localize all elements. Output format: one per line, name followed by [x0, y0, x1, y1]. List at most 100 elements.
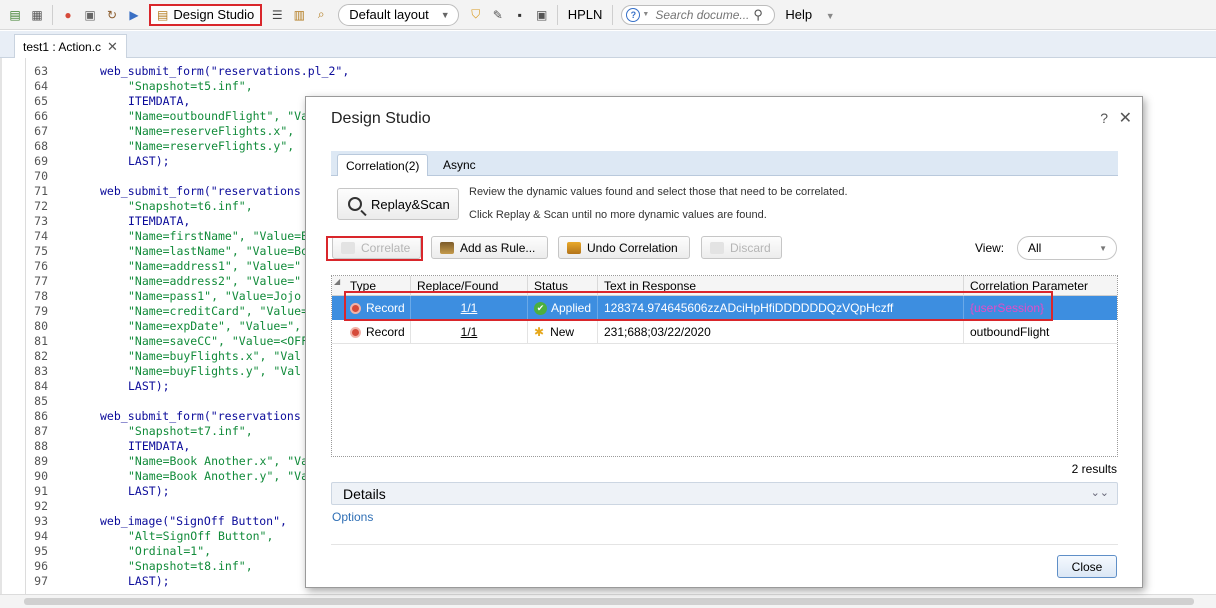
- code-text: ITEMDATA,: [128, 94, 191, 108]
- add-rule-icon: [440, 241, 454, 254]
- line-number: 92: [34, 499, 48, 513]
- new-script-icon[interactable]: ▤: [6, 6, 24, 24]
- chevron-down-icon: ▼: [440, 9, 450, 20]
- record-icon[interactable]: ●: [59, 6, 77, 24]
- line-number: 97: [34, 574, 48, 588]
- layout-dropdown[interactable]: Default layout ▼: [338, 3, 459, 26]
- line-number: 68: [34, 139, 48, 153]
- line-number: 77: [34, 274, 48, 288]
- details-section[interactable]: Details ⌄⌄: [331, 482, 1118, 505]
- cell-status: ✱ New: [527, 320, 597, 344]
- code-text: "Name=buyFlights.x", "Val: [128, 349, 302, 363]
- help-icon[interactable]: ?: [1100, 110, 1108, 126]
- line-number: 70: [34, 169, 48, 183]
- line-number: 63: [34, 64, 48, 78]
- design-studio-label: Design Studio: [173, 7, 255, 22]
- design-studio-button[interactable]: ▤ Design Studio: [149, 3, 263, 26]
- row-highlight: [344, 291, 1053, 321]
- window-icon[interactable]: ▣: [533, 6, 551, 24]
- code-text: "Name=address1", "Value=": [128, 259, 302, 273]
- search-box[interactable]: ? ▼ ⚲: [621, 4, 776, 25]
- line-number: 85: [34, 394, 48, 408]
- new-star-icon: ✱: [534, 325, 545, 339]
- run-icon[interactable]: ▶: [125, 6, 143, 24]
- line-number: 96: [34, 559, 48, 573]
- search-icon[interactable]: ⚲: [753, 7, 763, 23]
- replace-found-link[interactable]: 1/1: [461, 325, 478, 339]
- line-number: 82: [34, 349, 48, 363]
- line-number: 75: [34, 244, 48, 258]
- code-text: "Name=buyFlights.y", "Val: [128, 364, 302, 378]
- find-icon[interactable]: ⌕: [312, 6, 330, 24]
- line-number: 76: [34, 259, 48, 273]
- magnifier-icon: [348, 197, 362, 211]
- discard-icon: [710, 241, 724, 254]
- tab-action-c[interactable]: test1 : Action.c ✕: [14, 34, 127, 58]
- hpln-link[interactable]: HPLN: [568, 7, 603, 22]
- line-number: 91: [34, 484, 48, 498]
- grid-icon[interactable]: ▪: [511, 6, 529, 24]
- sort-corner-icon: ◢: [334, 277, 341, 286]
- toolbar-separator: [52, 4, 53, 25]
- main-toolbar: ▤ ▦ ● ▣ ↻ ▶ ▤ Design Studio ☰ ▥ ⌕ Defaul…: [0, 0, 1216, 30]
- status-value: New: [550, 325, 575, 339]
- help-menu[interactable]: Help ▼: [785, 7, 834, 22]
- correlate-highlight: [326, 236, 423, 261]
- view-dropdown[interactable]: All ▼: [1017, 236, 1117, 260]
- code-text: "Alt=SignOff Button",: [128, 529, 274, 543]
- replay-scan-label: Replay&Scan: [371, 196, 450, 212]
- line-number: 71: [34, 184, 48, 198]
- line-number: 78: [34, 289, 48, 303]
- tab-correlation[interactable]: Correlation(2): [337, 154, 429, 176]
- line-number: 90: [34, 469, 48, 483]
- close-icon[interactable]: ✕: [1119, 108, 1132, 128]
- line-number: 88: [34, 439, 48, 453]
- code-text: "Name=creditCard", "Value=: [128, 304, 309, 318]
- double-chevron-down-icon[interactable]: ⌄⌄: [1091, 486, 1109, 499]
- line-number: 83: [34, 364, 48, 378]
- code-text: "Name=outboundFlight", "Va: [128, 109, 309, 123]
- line-number: 95: [34, 544, 48, 558]
- type-value: Record: [366, 325, 405, 339]
- open-script-icon[interactable]: ▦: [28, 6, 46, 24]
- line-number: 79: [34, 304, 48, 318]
- tab-async[interactable]: Async: [435, 154, 484, 176]
- discard-label: Discard: [730, 240, 771, 255]
- search-input[interactable]: [653, 6, 754, 23]
- line-number: 69: [34, 154, 48, 168]
- code-text: "Name=address2", "Value=": [128, 274, 302, 288]
- code-text: "Name=reserveFlights.x",: [128, 124, 295, 138]
- recording-options-icon[interactable]: ▣: [81, 6, 99, 24]
- undo-correlation-button[interactable]: Undo Correlation: [558, 236, 690, 259]
- scrollbar-thumb[interactable]: [24, 598, 1194, 605]
- cell-type: Record: [344, 320, 410, 344]
- results-count: 2 results: [1071, 462, 1117, 476]
- param-value: outboundFlight: [970, 325, 1050, 339]
- list-icon[interactable]: ☰: [268, 6, 286, 24]
- code-text: web_submit_form("reservations: [100, 184, 301, 198]
- horizontal-scrollbar[interactable]: [0, 594, 1216, 608]
- code-text: ITEMDATA,: [128, 439, 191, 453]
- pen-icon[interactable]: ✎: [489, 6, 507, 24]
- add-as-rule-button[interactable]: Add as Rule...: [431, 236, 548, 259]
- code-text: ITEMDATA,: [128, 214, 191, 228]
- line-number: 65: [34, 94, 48, 108]
- hint-text: Click Replay & Scan until no more dynami…: [469, 209, 767, 221]
- bookmark-icon[interactable]: ⛉: [467, 6, 485, 24]
- code-text: "Name=saveCC", "Value=<OFF: [128, 334, 309, 348]
- table-row[interactable]: Record 1/1 ✱ New 231;688;03/22/2020 outbo…: [332, 320, 1117, 344]
- code-line: 64 "Snapshot=t5.inf",: [0, 79, 1216, 94]
- code-text: LAST);: [128, 379, 170, 393]
- close-button[interactable]: Close: [1057, 555, 1117, 578]
- discard-button[interactable]: Discard: [701, 236, 782, 259]
- add-rule-label: Add as Rule...: [460, 240, 536, 255]
- chevron-down-icon: ▼: [825, 11, 835, 21]
- options-link[interactable]: Options: [332, 510, 373, 524]
- replay-loop-icon[interactable]: ↻: [103, 6, 121, 24]
- close-icon[interactable]: ✕: [107, 39, 118, 55]
- cell-replace: 1/1: [410, 320, 527, 344]
- snapshot-icon[interactable]: ▥: [290, 6, 308, 24]
- code-text: "Name=Book Another.x", "Va: [128, 454, 309, 468]
- replay-scan-button[interactable]: Replay&Scan: [337, 188, 459, 220]
- help-question-icon: ?: [626, 7, 641, 22]
